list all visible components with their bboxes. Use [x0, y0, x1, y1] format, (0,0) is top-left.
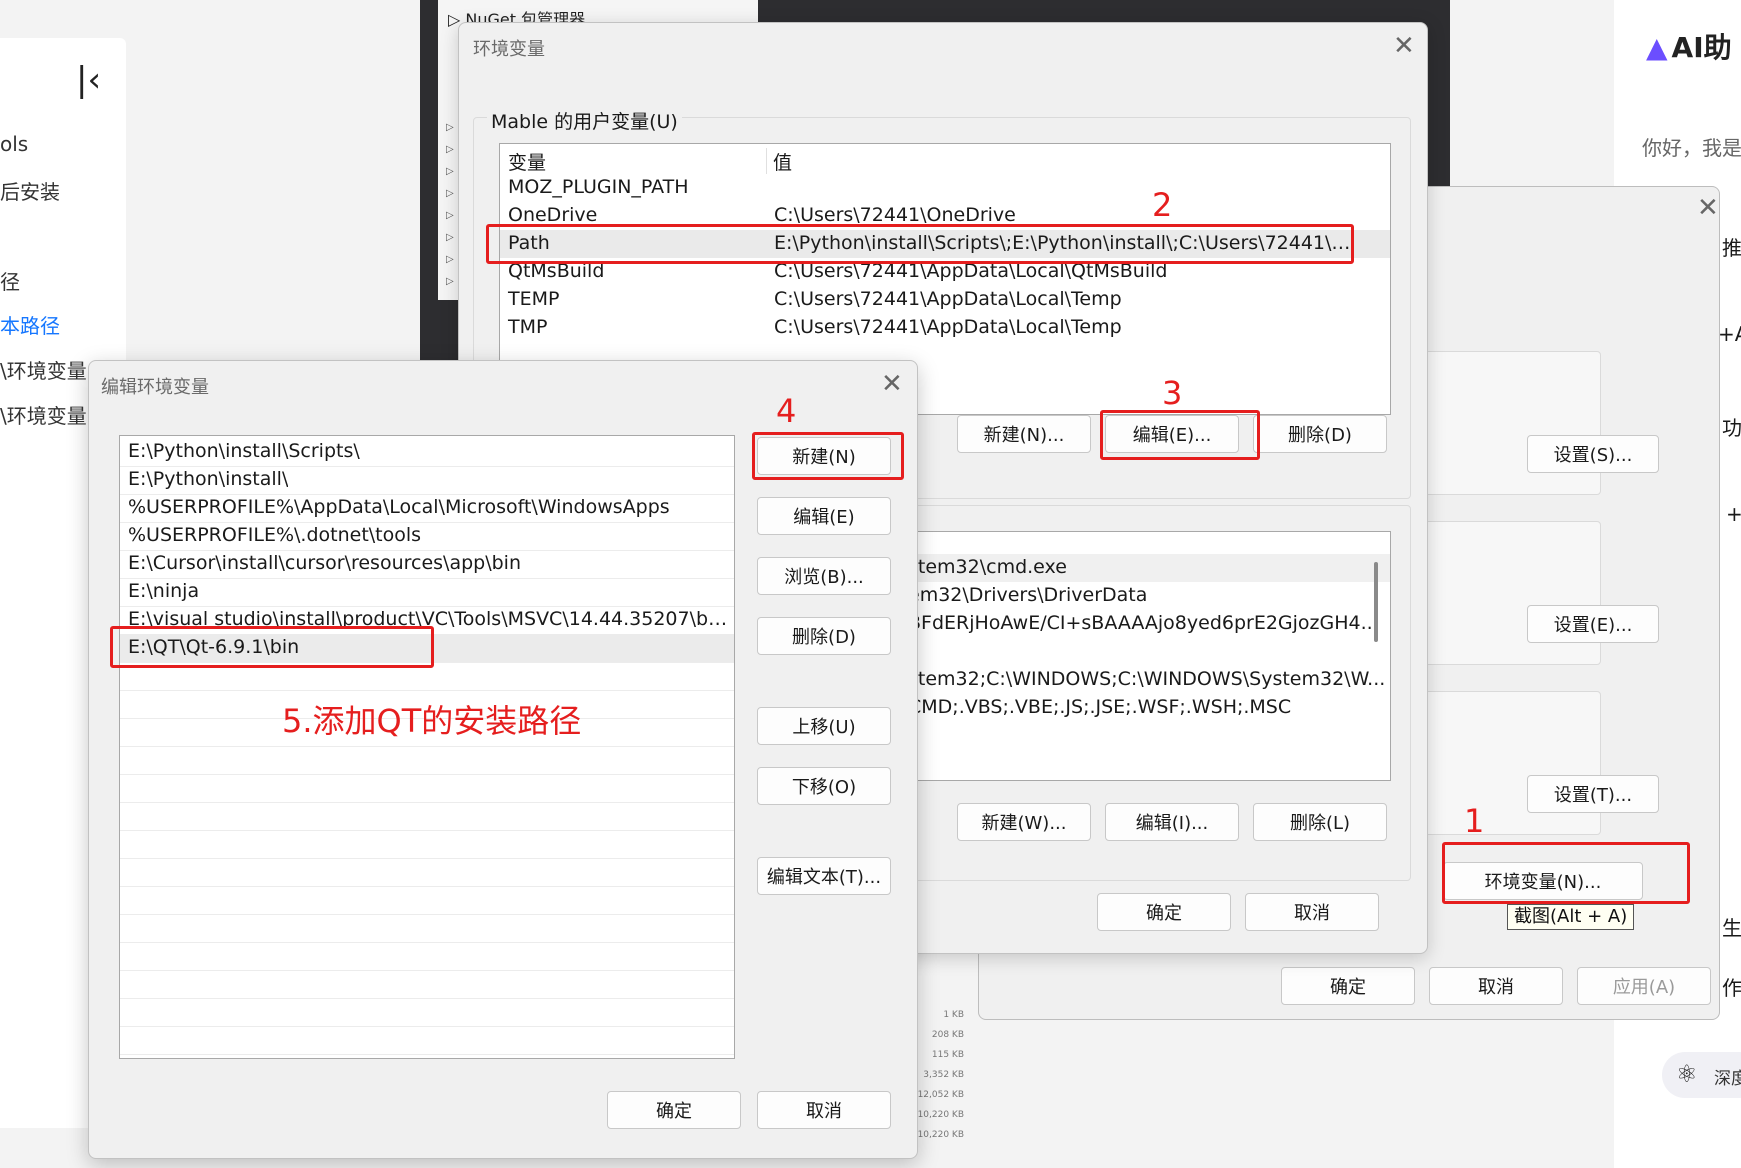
file-size: 12,052 KB — [917, 1090, 964, 1100]
file-size: 115 KB — [931, 1050, 964, 1060]
user-delete-button[interactable]: 删除(D) — [1253, 415, 1387, 453]
atom-icon: ⚛ — [1676, 1060, 1698, 1088]
list-item-empty[interactable] — [120, 802, 734, 831]
close-icon[interactable]: ✕ — [1697, 195, 1719, 221]
list-item[interactable]: E:\ninja — [120, 578, 734, 607]
sidebar-item[interactable]: \环境变量 — [0, 400, 87, 429]
ok-button[interactable]: 确定 — [607, 1091, 741, 1129]
user-vars-label: Mable 的用户变量(U) — [487, 107, 682, 134]
move-up-button[interactable]: 上移(U) — [757, 707, 891, 745]
system-new-button[interactable]: 新建(W)... — [957, 803, 1091, 841]
list-item-empty[interactable] — [120, 942, 734, 971]
tree-expand-icon[interactable]: ▷ — [446, 188, 454, 199]
list-header: 变量 值 — [500, 146, 1390, 174]
settings-s-button[interactable]: 设置(S)... — [1527, 435, 1659, 473]
annotation-box-1 — [1442, 842, 1690, 904]
close-icon[interactable]: ✕ — [1393, 33, 1415, 59]
tree-expand-icon[interactable]: ▷ — [446, 254, 454, 265]
list-item[interactable]: E:\Cursor\install\cursor\resources\app\b… — [120, 550, 734, 579]
annotation-step-2: 2 — [1152, 186, 1173, 224]
ai-panel-title: ▲ AI助 — [1646, 31, 1732, 64]
ai-logo-icon: ▲ — [1646, 31, 1668, 64]
side-fragment: 作 — [1722, 976, 1741, 1000]
list-item[interactable]: E:\Python\install\ — [120, 466, 734, 495]
annotation-step-3: 3 — [1162, 374, 1183, 412]
dialog-title: 编辑环境变量 — [101, 377, 209, 398]
sidebar-item[interactable]: 后安装 — [0, 176, 60, 205]
system-edit-button[interactable]: 编辑(I)... — [1105, 803, 1239, 841]
list-item-empty[interactable] — [120, 886, 734, 915]
file-size: 208 KB — [931, 1030, 964, 1040]
list-item-empty[interactable] — [120, 858, 734, 887]
file-size: 3,352 KB — [923, 1070, 964, 1080]
list-item[interactable]: E:\Python\install\Scripts\ — [120, 438, 734, 467]
path-entries-list[interactable]: E:\Python\install\Scripts\ E:\Python\ins… — [119, 435, 735, 1059]
close-icon[interactable]: ✕ — [881, 371, 903, 397]
sidebar-item[interactable]: 径 — [0, 266, 20, 295]
tree-expand-icon[interactable]: ▷ — [446, 276, 454, 287]
side-fragment: + — [1726, 502, 1741, 526]
browse-button[interactable]: 浏览(B)... — [757, 557, 891, 595]
file-size: 10,220 KB — [917, 1130, 964, 1140]
ok-button[interactable]: 确定 — [1097, 893, 1231, 931]
scrollbar-thumb[interactable] — [1374, 562, 1378, 642]
system-delete-button[interactable]: 删除(L) — [1253, 803, 1387, 841]
tree-expand-icon[interactable]: ▷ — [446, 166, 454, 177]
list-item-empty[interactable] — [120, 746, 734, 775]
list-item[interactable]: %USERPROFILE%\AppData\Local\Microsoft\Wi… — [120, 494, 734, 523]
cancel-button[interactable]: 取消 — [1245, 893, 1379, 931]
list-item[interactable]: TMP C:\Users\72441\AppData\Local\Temp — [500, 314, 1390, 342]
cancel-button[interactable]: 取消 — [757, 1091, 891, 1129]
list-item-empty[interactable] — [120, 998, 734, 1027]
list-item-empty[interactable] — [120, 914, 734, 943]
file-size: 10,220 KB — [917, 1110, 964, 1120]
group-box — [1399, 351, 1601, 495]
tree-expand-icon[interactable]: ▷ — [446, 210, 454, 221]
ai-greeting: 你好，我是 — [1642, 136, 1741, 160]
sidebar-item[interactable]: ols — [0, 132, 28, 156]
tree-expand-icon[interactable]: ▷ — [446, 232, 454, 243]
deep-think-button[interactable]: ⚛ 深度 — [1662, 1052, 1741, 1098]
side-fragment: +A — [1718, 322, 1741, 346]
screenshot-tooltip: 截图(Alt + A) — [1507, 904, 1635, 930]
move-down-button[interactable]: 下移(O) — [757, 767, 891, 805]
list-item-empty[interactable] — [120, 830, 734, 859]
side-fragment: 生 — [1722, 916, 1741, 940]
edit-text-button[interactable]: 编辑文本(T)... — [757, 857, 891, 895]
list-item[interactable]: TEMP C:\Users\72441\AppData\Local\Temp — [500, 286, 1390, 314]
ok-button[interactable]: 确定 — [1281, 967, 1415, 1005]
list-item-empty[interactable] — [120, 774, 734, 803]
side-fragment: 功 — [1722, 416, 1741, 440]
list-item-empty[interactable] — [120, 970, 734, 999]
list-item[interactable]: %USERPROFILE%\.dotnet\tools — [120, 522, 734, 551]
collapse-sidebar-icon[interactable]: |‹ — [76, 60, 101, 100]
annotation-box-5 — [110, 626, 434, 668]
group-box — [1399, 691, 1601, 835]
annotation-box-3 — [1100, 410, 1260, 460]
side-fragment: 推 — [1722, 236, 1741, 260]
user-new-button[interactable]: 新建(N)... — [957, 415, 1091, 453]
apply-button[interactable]: 应用(A) — [1577, 967, 1711, 1005]
annotation-step-1: 1 — [1464, 802, 1485, 840]
list-item-empty[interactable] — [120, 1026, 734, 1055]
annotation-box-2 — [486, 224, 1354, 264]
sidebar-item-active[interactable]: 本路径 — [0, 310, 60, 339]
dialog-title: 环境变量 — [473, 39, 545, 60]
annotation-step-4: 4 — [776, 392, 797, 430]
annotation-box-4 — [752, 432, 904, 480]
tree-expand-icon[interactable]: ▷ — [446, 122, 454, 133]
cancel-button[interactable]: 取消 — [1429, 967, 1563, 1005]
settings-e-button[interactable]: 设置(E)... — [1527, 605, 1659, 643]
settings-t-button[interactable]: 设置(T)... — [1527, 775, 1659, 813]
delete-entry-button[interactable]: 删除(D) — [757, 617, 891, 655]
group-box — [1399, 521, 1601, 665]
sidebar-item[interactable]: \环境变量 — [0, 355, 87, 384]
file-size: 1 KB — [943, 1010, 964, 1020]
edit-entry-button[interactable]: 编辑(E) — [757, 497, 891, 535]
list-item[interactable]: MOZ_PLUGIN_PATH — [500, 174, 1390, 202]
annotation-step-5: 5.添加QT的安装路径 — [282, 702, 582, 740]
tree-expand-icon[interactable]: ▷ — [446, 144, 454, 155]
